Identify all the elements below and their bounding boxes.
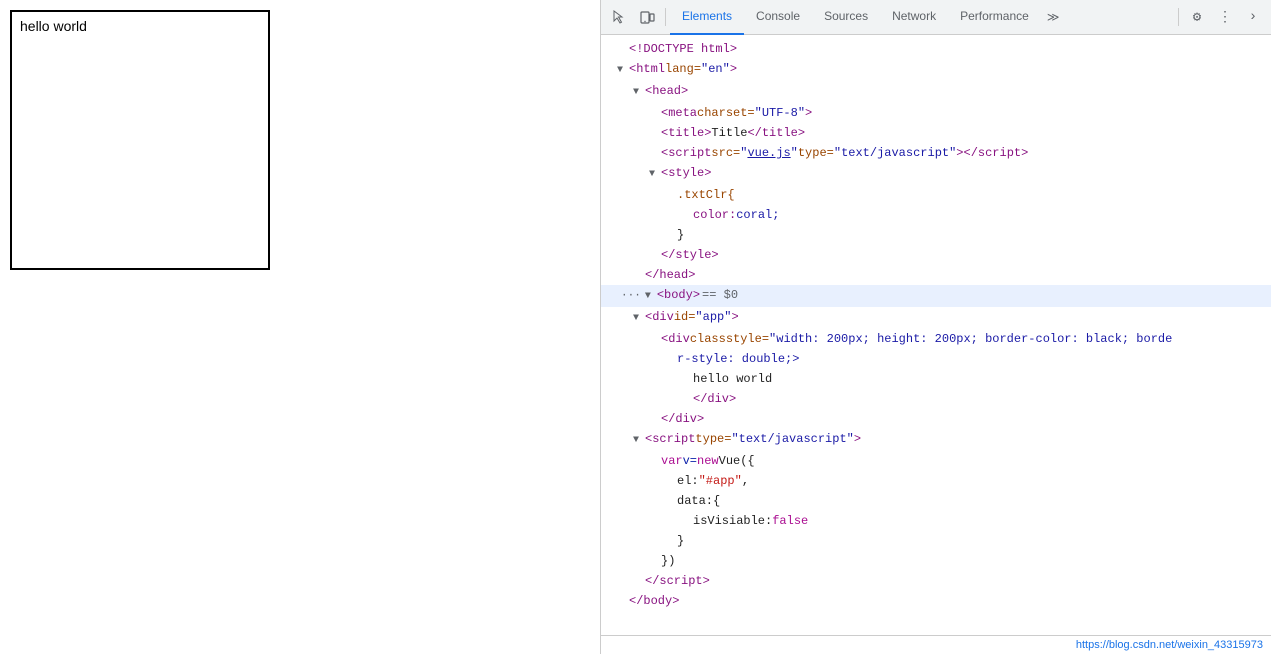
code-body-close: </body> xyxy=(601,591,1271,611)
code-body-open[interactable]: ··· <body> == $0 xyxy=(601,285,1271,307)
code-doctype: <!DOCTYPE html> xyxy=(601,39,1271,59)
tab-performance[interactable]: Performance xyxy=(948,0,1041,35)
devtools-tabs: Elements Console Sources Network Perform… xyxy=(670,0,1174,35)
code-js-isvisiable: isVisiable:false xyxy=(601,511,1271,531)
device-toolbar-icon[interactable] xyxy=(633,3,661,31)
webpage-preview: hello world xyxy=(0,0,600,654)
code-div-inner-cont: r-style: double;> xyxy=(601,349,1271,369)
code-head-open[interactable]: <head> xyxy=(601,81,1271,103)
triangle-script[interactable] xyxy=(633,432,645,450)
code-div-inner: <div class style="width: 200px; height: … xyxy=(601,329,1271,349)
more-tabs-button[interactable]: ≫ xyxy=(1041,0,1066,35)
code-div-inner-close: </div> xyxy=(601,389,1271,409)
devtools-toolbar: Elements Console Sources Network Perform… xyxy=(601,0,1271,35)
code-css-close-brace: } xyxy=(601,225,1271,245)
code-css-prop: color: coral; xyxy=(601,205,1271,225)
devtools-footer: https://blog.csdn.net/weixin_43315973 xyxy=(601,635,1271,654)
code-script-close: </script> xyxy=(601,571,1271,591)
code-style-close: </style> xyxy=(601,245,1271,265)
code-div-app[interactable]: <div id="app" > xyxy=(601,307,1271,329)
tab-elements[interactable]: Elements xyxy=(670,0,744,35)
preview-box: hello world xyxy=(10,10,270,270)
triangle-head[interactable] xyxy=(633,84,645,102)
code-js-data-close: } xyxy=(601,531,1271,551)
code-css-class: .txtClr{ xyxy=(601,185,1271,205)
code-script-vuejs: <script src="vue.js" type="text/javascri… xyxy=(601,143,1271,163)
code-head-close: </head> xyxy=(601,265,1271,285)
body-dots-menu[interactable]: ··· xyxy=(617,287,645,305)
undock-icon[interactable]: › xyxy=(1239,3,1267,31)
code-meta: <meta charset="UTF-8" > xyxy=(601,103,1271,123)
triangle-div-app[interactable] xyxy=(633,310,645,328)
toolbar-divider-1 xyxy=(665,8,666,26)
code-js-var: var v= new Vue({ xyxy=(601,451,1271,471)
code-html-open[interactable]: <html lang="en" > xyxy=(601,59,1271,81)
settings-icon[interactable]: ⚙ xyxy=(1183,3,1211,31)
devtools-code-view: <!DOCTYPE html> <html lang="en" > <head>… xyxy=(601,35,1271,635)
code-js-data: data:{ xyxy=(601,491,1271,511)
tab-network[interactable]: Network xyxy=(880,0,948,35)
code-title: <title> Title </title> xyxy=(601,123,1271,143)
devtools-panel: Elements Console Sources Network Perform… xyxy=(600,0,1271,654)
toolbar-divider-2 xyxy=(1178,8,1179,26)
code-style-open[interactable]: <style> xyxy=(601,163,1271,185)
inspect-element-icon[interactable] xyxy=(605,3,633,31)
triangle-body[interactable] xyxy=(645,288,657,306)
tab-sources[interactable]: Sources xyxy=(812,0,880,35)
code-script-open[interactable]: <script type="text/javascript" > xyxy=(601,429,1271,451)
code-js-vue-close: }) xyxy=(601,551,1271,571)
code-js-el: el:"#app", xyxy=(601,471,1271,491)
footer-url: https://blog.csdn.net/weixin_43315973 xyxy=(1076,639,1263,651)
triangle-html[interactable] xyxy=(617,62,629,80)
tab-console[interactable]: Console xyxy=(744,0,812,35)
code-div-app-close: </div> xyxy=(601,409,1271,429)
preview-text: hello world xyxy=(20,18,87,34)
code-hello-world: hello world xyxy=(601,369,1271,389)
triangle-style[interactable] xyxy=(649,166,661,184)
more-options-icon[interactable]: ⋮ xyxy=(1211,3,1239,31)
